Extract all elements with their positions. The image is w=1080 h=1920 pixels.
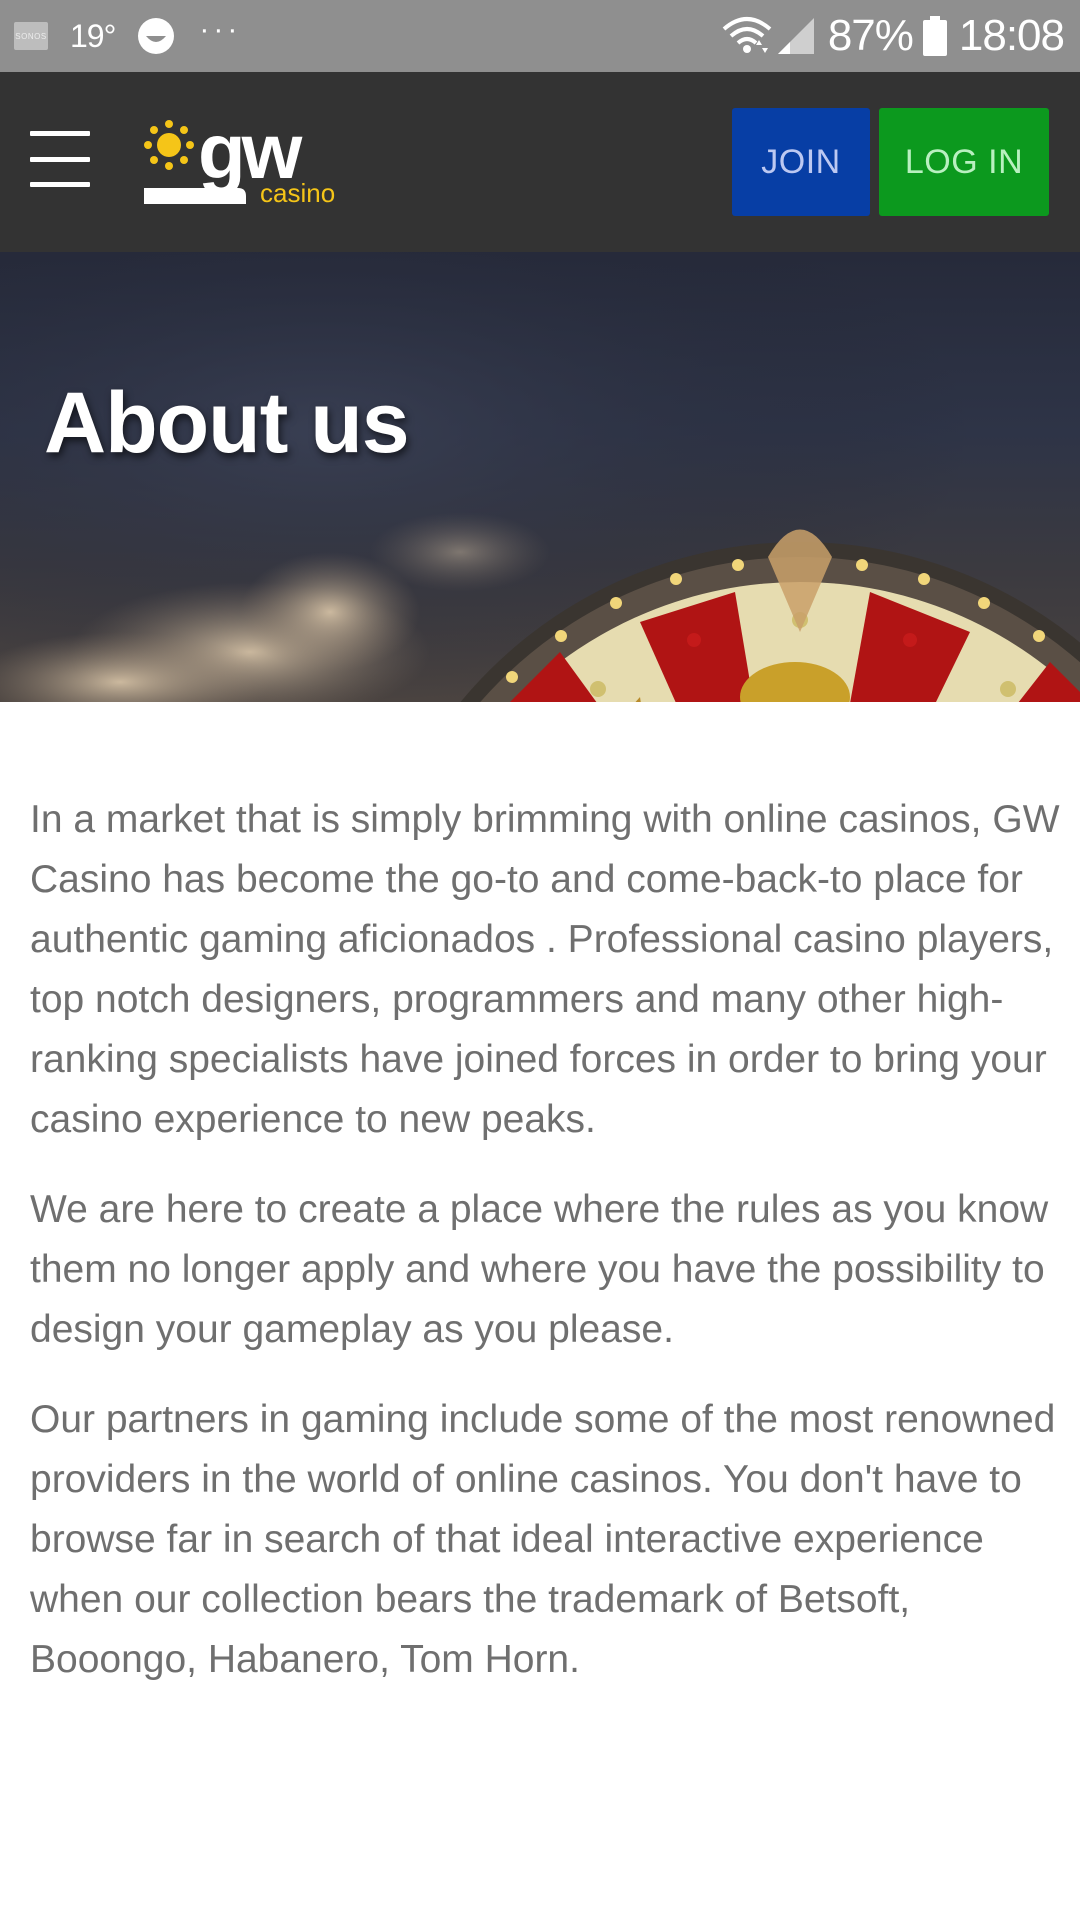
- hamburger-menu-icon[interactable]: [30, 131, 90, 187]
- battery-percent: 87%: [827, 11, 914, 60]
- menu-line: [30, 182, 90, 187]
- wifi-icon: [722, 17, 772, 53]
- smiley-icon: [138, 18, 175, 54]
- about-content: In a market that is simply brimming with…: [30, 790, 1060, 1720]
- join-button[interactable]: JOIN: [732, 108, 870, 216]
- logo-sub-text: casino: [260, 178, 335, 208]
- sonos-icon: SONOS: [14, 22, 48, 50]
- clock: 18:08: [958, 11, 1065, 60]
- temperature: 19°: [70, 17, 116, 54]
- more-notifications-icon: ···: [199, 13, 242, 46]
- about-paragraph: We are here to create a place where the …: [30, 1188, 1049, 1351]
- signal-icon: [777, 18, 814, 54]
- status-bar: SONOS 19° ··· 87% 18:08: [0, 0, 1080, 72]
- menu-line: [30, 131, 90, 136]
- app-header: gw casino JOIN LOG IN: [0, 72, 1080, 252]
- gw-casino-logo[interactable]: gw casino: [142, 118, 382, 208]
- status-left: SONOS 19° ···: [14, 13, 242, 55]
- about-paragraph: In a market that is simply brimming with…: [30, 798, 1060, 1141]
- about-paragraph: Our partners in gaming include some of t…: [30, 1398, 1056, 1681]
- menu-line: [30, 156, 90, 162]
- status-right: 87% 18:08: [722, 11, 1065, 61]
- login-button[interactable]: LOG IN: [879, 108, 1049, 216]
- hero-banner: About us: [0, 252, 1080, 702]
- battery-icon: [922, 16, 947, 56]
- page-title: About us: [44, 375, 410, 471]
- sun-icon: [144, 120, 194, 170]
- hero-background: [0, 252, 1080, 702]
